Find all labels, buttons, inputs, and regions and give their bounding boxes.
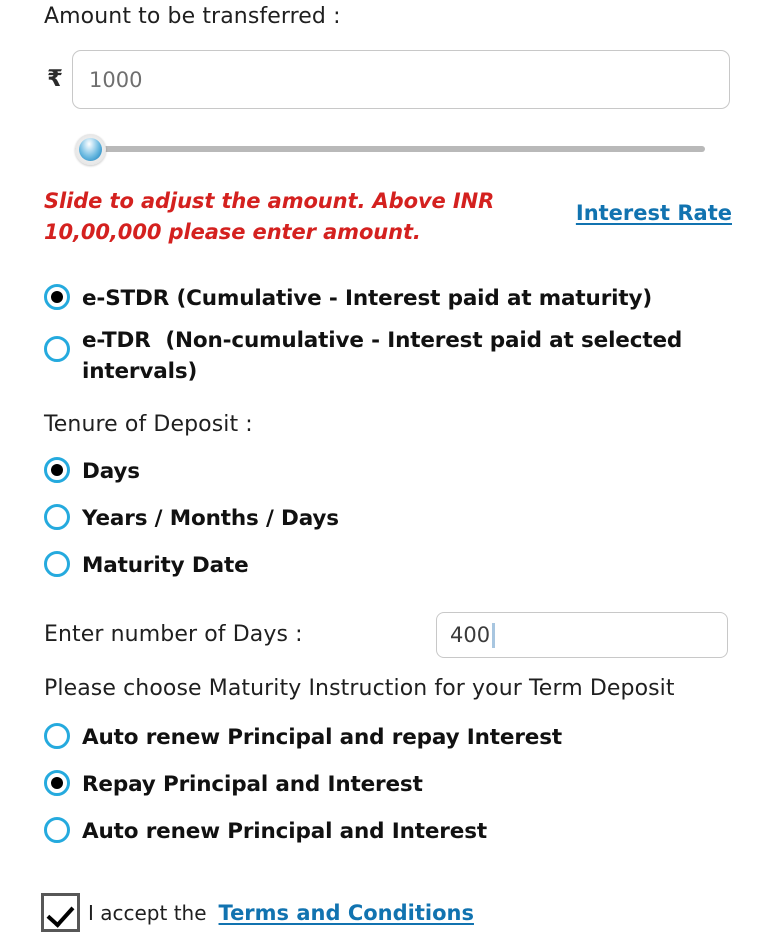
radio-row-repay-principal-and-interest[interactable]: Repay Principal and Interest	[44, 770, 423, 801]
slider-track[interactable]	[75, 146, 705, 152]
days-input-value: 400	[450, 623, 491, 647]
radio-row-years-months-days[interactable]: Years / Months / Days	[44, 504, 339, 535]
accept-terms-label: I accept the	[88, 900, 207, 925]
slider-warning-text: Slide to adjust the amount. Above INR 10…	[44, 189, 495, 245]
radio-label-maturity-date: Maturity Date	[82, 553, 249, 578]
interest-rate-link[interactable]: Interest Rate	[576, 201, 732, 225]
radio-label-etdr: e-TDR (Non-cumulative - Interest paid at…	[82, 328, 690, 384]
radio-row-etdr[interactable]: e-TDR (Non-cumulative - Interest paid at…	[44, 326, 694, 387]
term-deposit-form: Amount to be transferred : ₹ 1000 Slide …	[0, 0, 768, 949]
radio-label-repay-principal-and-interest: Repay Principal and Interest	[82, 772, 423, 797]
radio-maturity-date[interactable]	[44, 551, 70, 577]
radio-years-months-days[interactable]	[44, 504, 70, 530]
radio-row-auto-renew-principal-repay-interest[interactable]: Auto renew Principal and repay Interest	[44, 723, 562, 754]
accept-terms-checkbox[interactable]	[41, 893, 80, 932]
radio-days[interactable]	[44, 457, 70, 483]
radio-label-auto-renew-principal-repay-interest: Auto renew Principal and repay Interest	[82, 725, 562, 750]
terms-row: I accept the Terms and Conditions	[41, 893, 474, 932]
radio-label-years-months-days: Years / Months / Days	[82, 506, 339, 531]
radio-auto-renew-principal-and-interest[interactable]	[44, 817, 70, 843]
amount-slider[interactable]	[75, 134, 705, 166]
radio-repay-principal-and-interest[interactable]	[44, 770, 70, 796]
days-label: Enter number of Days :	[44, 622, 303, 647]
rupee-icon: ₹	[46, 66, 63, 92]
radio-label-days: Days	[82, 459, 140, 484]
terms-and-conditions-link[interactable]: Terms and Conditions	[219, 901, 474, 925]
radio-estdr[interactable]	[44, 284, 70, 310]
text-caret	[492, 622, 495, 648]
radio-auto-renew-principal-repay-interest[interactable]	[44, 723, 70, 749]
amount-label: Amount to be transferred :	[44, 4, 341, 29]
radio-row-estdr[interactable]: e-STDR (Cumulative - Interest paid at ma…	[44, 284, 704, 315]
radio-etdr[interactable]	[44, 336, 70, 362]
maturity-instruction-label: Please choose Maturity Instruction for y…	[44, 676, 675, 701]
radio-label-auto-renew-principal-and-interest: Auto renew Principal and Interest	[82, 819, 487, 844]
radio-row-maturity-date[interactable]: Maturity Date	[44, 551, 249, 582]
days-input[interactable]: 400	[436, 612, 728, 658]
amount-input[interactable]: 1000	[72, 50, 730, 109]
slider-thumb[interactable]	[75, 134, 106, 165]
amount-input-row: ₹ 1000	[38, 50, 730, 109]
radio-row-auto-renew-principal-and-interest[interactable]: Auto renew Principal and Interest	[44, 817, 487, 848]
radio-row-days[interactable]: Days	[44, 457, 140, 488]
radio-label-estdr: e-STDR (Cumulative - Interest paid at ma…	[82, 286, 653, 311]
tenure-label: Tenure of Deposit :	[44, 412, 253, 437]
